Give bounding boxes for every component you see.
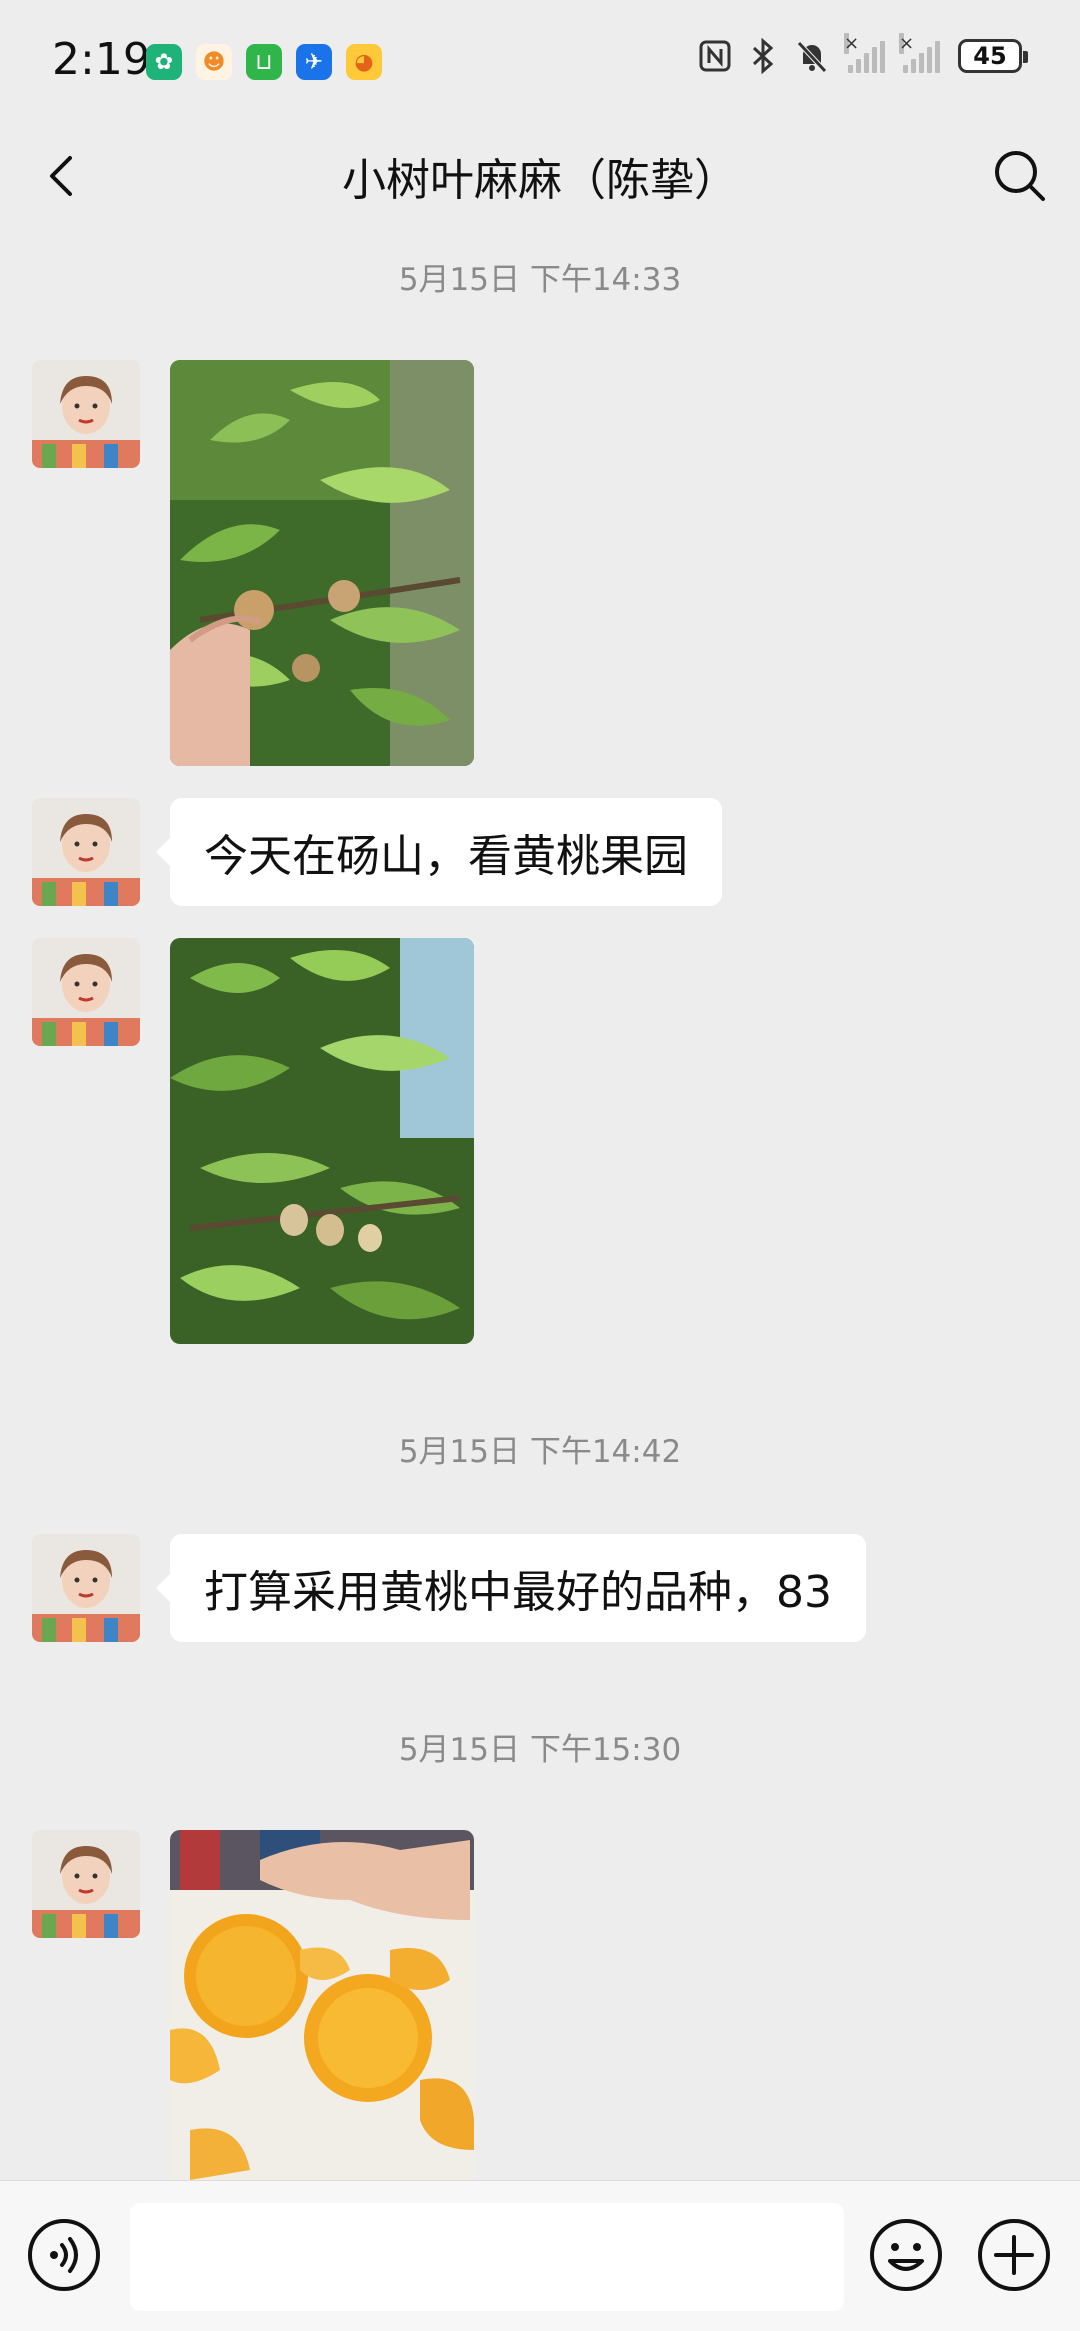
yellow-duck-app-icon: ◕ [346, 44, 382, 80]
avatar[interactable] [32, 360, 140, 468]
timestamp-separator: 5月15日 下午14:33 [398, 262, 682, 298]
avatar[interactable] [32, 1830, 140, 1938]
message-bubble[interactable]: 今天在砀山，看黄桃果园 [156, 798, 722, 906]
chat-header: 小树叶麻麻（陈挚） [0, 120, 1080, 236]
message-input[interactable] [130, 2203, 844, 2311]
avatar[interactable] [32, 1534, 140, 1642]
battery-icon: 45 [958, 39, 1028, 73]
bluetooth-icon [752, 38, 774, 74]
voice-icon[interactable] [26, 2217, 102, 2293]
canned-yellow-peach-photo[interactable] [170, 1830, 474, 2180]
signal-no-service-icon: × [899, 33, 940, 73]
emoji-icon[interactable] [868, 2217, 944, 2293]
signal-no-service-icon: × [844, 33, 885, 73]
chat-screen: 2:19 ✿ ☻ ⊔ ✈ ◕ × × 45 小树叶麻麻（陈挚） 5月15日 下午… [0, 0, 1080, 2331]
search-icon[interactable] [990, 146, 1050, 206]
peach-tree-leaves-photo[interactable] [170, 938, 474, 1344]
green-leaf-app-icon: ✿ [146, 44, 182, 80]
timestamp-separator: 5月15日 下午15:30 [398, 1732, 682, 1768]
nfc-icon [699, 40, 731, 72]
mute-bell-icon [797, 41, 827, 73]
chat-title: 小树叶麻麻（陈挚） [342, 155, 738, 206]
blue-plane-app-icon: ✈ [296, 44, 332, 80]
avatar[interactable] [32, 938, 140, 1046]
message-text: 打算采用黄桃中最好的品种，83 [204, 1567, 832, 1618]
green-delivery-app-icon: ⊔ [246, 44, 282, 80]
status-bar: 2:19 ✿ ☻ ⊔ ✈ ◕ × × 45 [0, 0, 1080, 120]
orange-mascot-app-icon: ☻ [196, 44, 232, 80]
input-bar [0, 2180, 1080, 2331]
battery-level: 45 [973, 42, 1007, 70]
plus-circle-icon[interactable] [976, 2217, 1052, 2293]
status-time: 2:19 [52, 34, 151, 85]
timestamp-separator: 5月15日 下午14:42 [398, 1434, 682, 1470]
message-text: 今天在砀山，看黄桃果园 [204, 831, 688, 882]
peach-tree-branch-photo[interactable] [170, 360, 474, 766]
system-status-icons: × × 45 [698, 33, 1028, 74]
avatar[interactable] [32, 798, 140, 906]
message-bubble[interactable]: 打算采用黄桃中最好的品种，83 [156, 1534, 866, 1642]
notification-app-icons: ✿ ☻ ⊔ ✈ ◕ [146, 44, 382, 80]
